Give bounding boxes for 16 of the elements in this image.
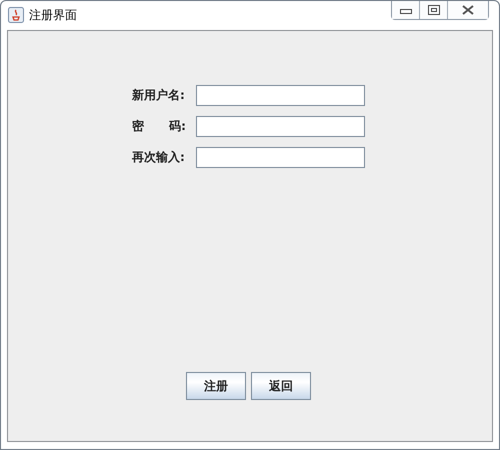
action-button[interactable]: 返回 [251, 372, 311, 400]
app-icon [8, 7, 24, 23]
close-icon [461, 5, 475, 15]
field-label: 再次输入: [132, 149, 186, 166]
input-field[interactable] [196, 116, 365, 137]
field-label: 新用户名: [132, 87, 186, 104]
input-field[interactable] [196, 147, 365, 168]
window-title: 注册界面 [29, 7, 77, 24]
input-field[interactable] [196, 85, 365, 106]
field-label: 密 码: [132, 118, 187, 135]
minimize-icon [400, 6, 412, 14]
maximize-icon [428, 5, 440, 15]
action-button[interactable]: 注册 [186, 372, 246, 400]
maximize-button[interactable] [420, 1, 448, 19]
close-button[interactable] [448, 1, 488, 19]
minimize-button[interactable] [392, 1, 420, 19]
